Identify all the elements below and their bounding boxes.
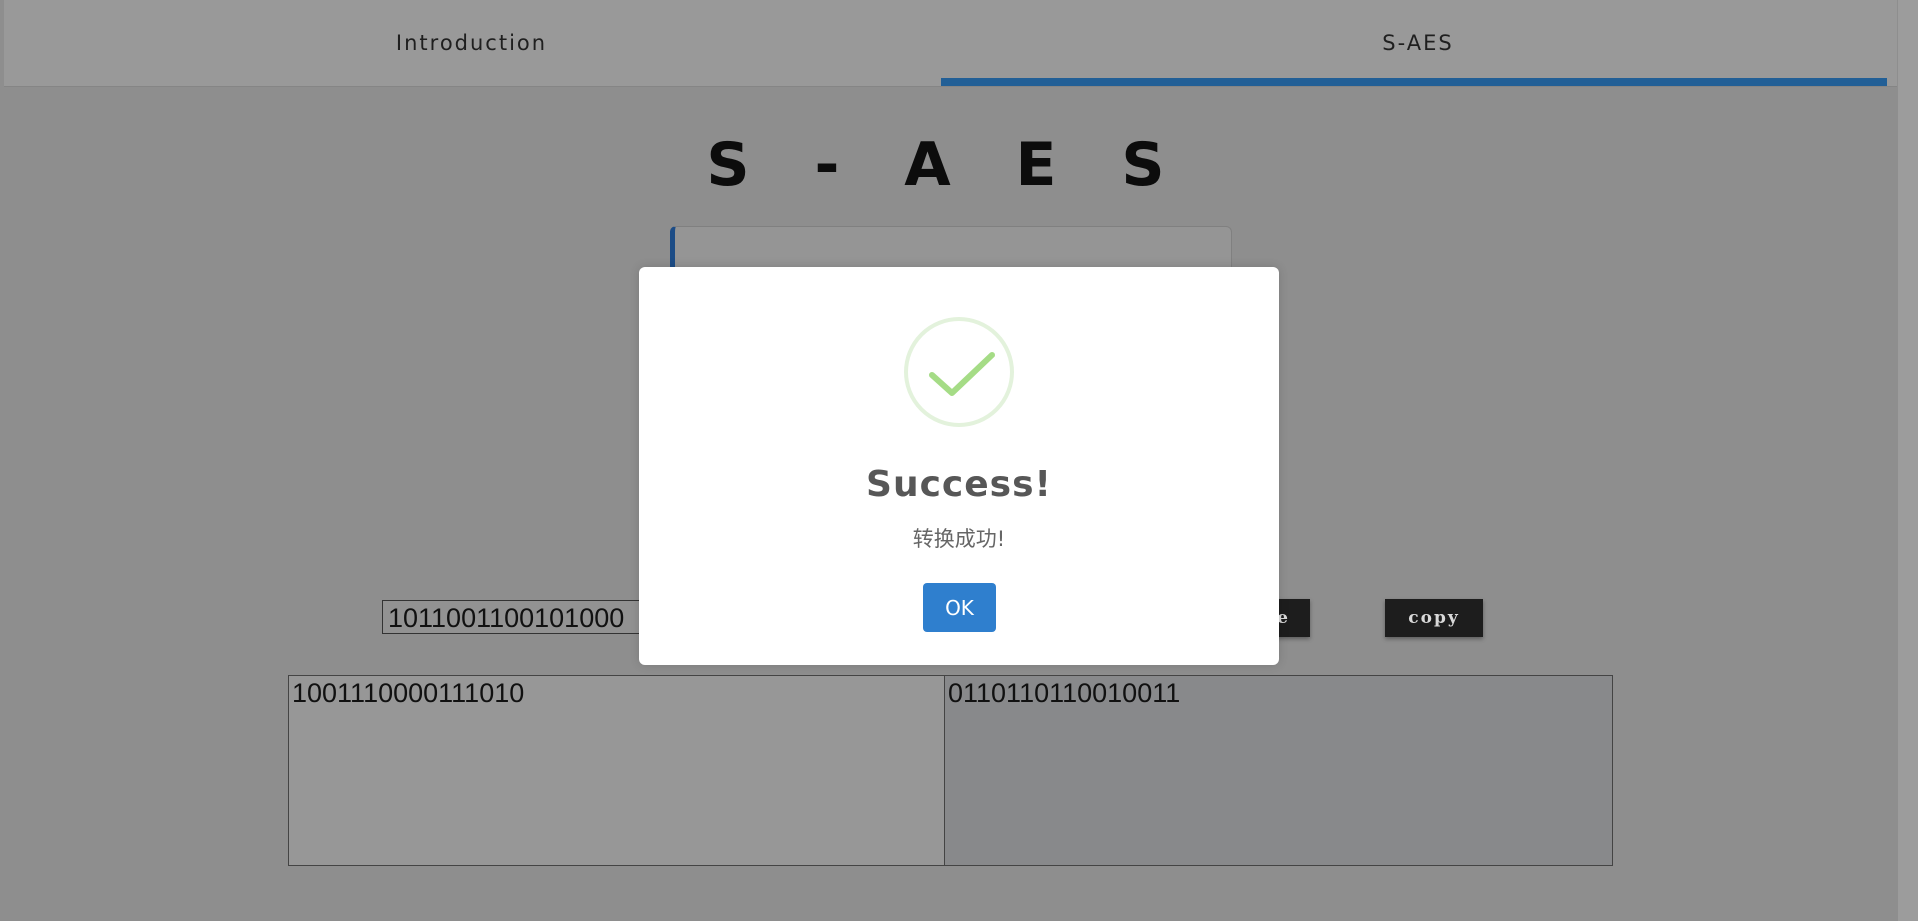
- scrollbar[interactable]: [1898, 0, 1918, 921]
- tab-introduction-label: Introduction: [395, 31, 548, 55]
- output-left-textarea[interactable]: 1001110000111010: [288, 675, 945, 866]
- copy-button-label: copy: [1408, 608, 1460, 628]
- success-check-icon: [904, 317, 1014, 427]
- active-tab-indicator: [941, 78, 1887, 86]
- page-title: S - A E S: [706, 130, 1187, 200]
- ok-button[interactable]: OK: [923, 583, 996, 632]
- dialog-message: 转换成功!: [912, 527, 1006, 551]
- tab-s-aes[interactable]: S-AES: [939, 0, 1897, 86]
- binary-input-field[interactable]: 1011001100101000: [382, 600, 652, 634]
- tab-introduction[interactable]: Introduction: [4, 0, 939, 86]
- dialog-title: Success!: [866, 464, 1052, 505]
- output-right-textarea[interactable]: 0110110110010011: [944, 675, 1613, 866]
- tab-s-aes-label: S-AES: [1382, 31, 1454, 55]
- app-window: Introduction S-AES S - A E S 10110011001…: [0, 0, 1918, 921]
- action-button-label: e: [1277, 608, 1290, 628]
- copy-button[interactable]: copy: [1385, 599, 1483, 637]
- success-dialog: Success! 转换成功! OK: [639, 267, 1279, 665]
- tab-bar: Introduction S-AES: [4, 0, 1897, 87]
- ok-button-label: OK: [945, 595, 974, 620]
